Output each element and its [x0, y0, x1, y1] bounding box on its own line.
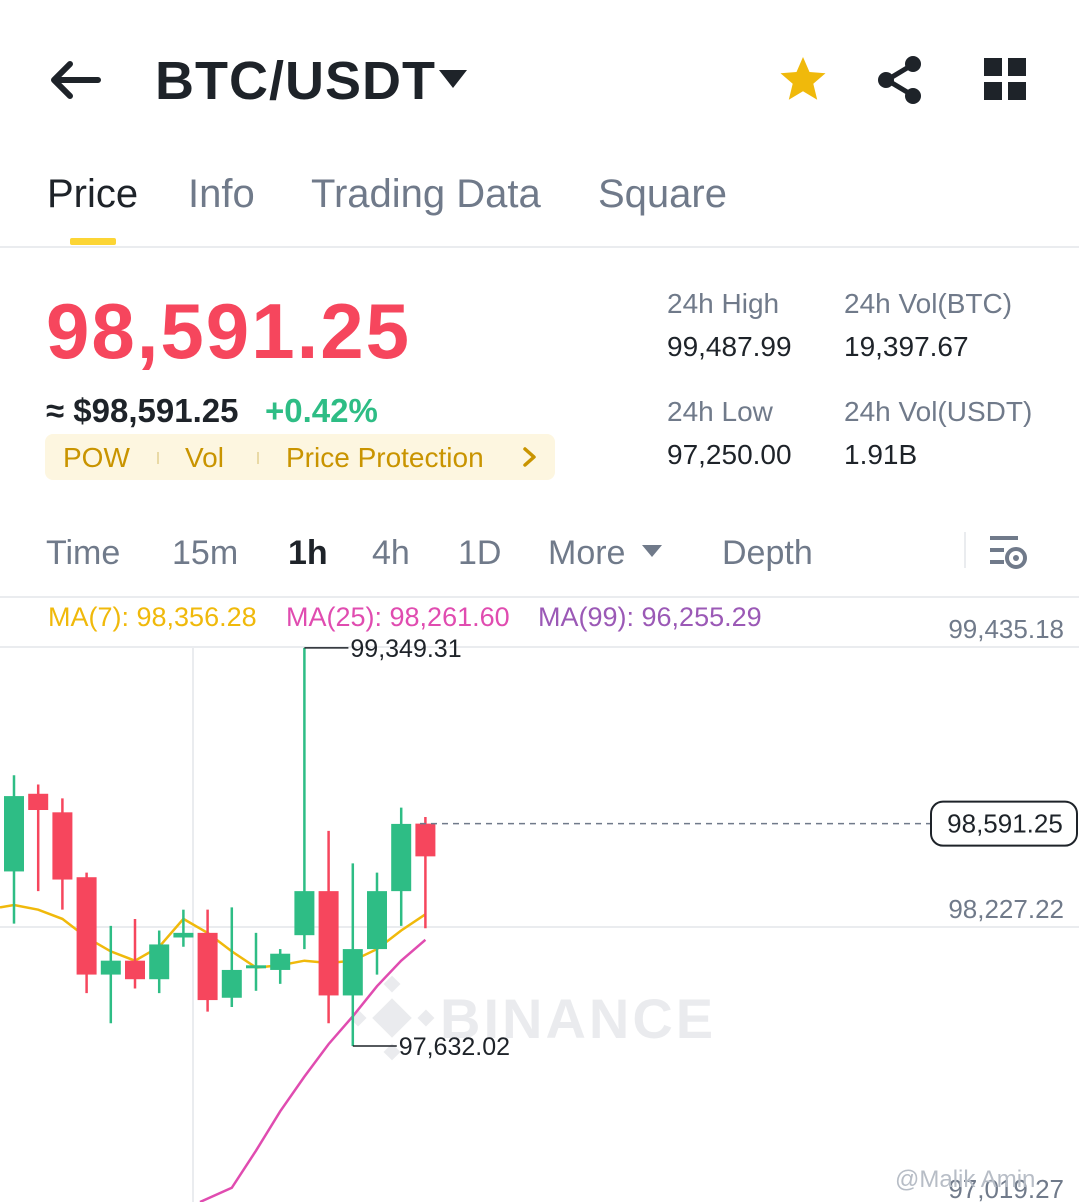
candle-body[interactable]: [318, 891, 339, 996]
grid-icon[interactable]: [982, 56, 1028, 102]
interval-15m[interactable]: 15m: [172, 534, 238, 573]
candle-body[interactable]: [76, 877, 97, 975]
candle-body[interactable]: [294, 891, 315, 936]
interval-4h[interactable]: 4h: [372, 534, 410, 573]
divider: [0, 246, 1079, 248]
tag-bar[interactable]: POW Vol Price Protection: [45, 434, 555, 480]
top-bar: BTC/USDT: [0, 0, 1079, 150]
interval-1h[interactable]: 1h: [288, 534, 328, 573]
tag-pow[interactable]: POW: [63, 442, 130, 474]
candle-body[interactable]: [221, 969, 242, 998]
tab-info[interactable]: Info: [188, 172, 255, 217]
candle-body[interactable]: [100, 960, 121, 975]
divider: [0, 596, 1079, 598]
candle-body[interactable]: [173, 932, 194, 938]
back-arrow-icon[interactable]: [48, 52, 104, 108]
active-tab-indicator: [70, 238, 116, 245]
tab-price[interactable]: Price: [47, 172, 138, 217]
chart-settings-icon[interactable]: [988, 532, 1028, 572]
candle-body[interactable]: [197, 932, 218, 1001]
candle-body[interactable]: [125, 960, 145, 980]
high-marker: 99,349.31: [350, 635, 461, 663]
candle-body[interactable]: [367, 891, 387, 950]
stat-low-value: 97,250.00: [667, 439, 792, 470]
tag-separator: [257, 452, 259, 464]
axis-label: 98,227.22: [948, 894, 1064, 924]
star-icon[interactable]: [777, 54, 829, 106]
interval-1d[interactable]: 1D: [458, 534, 501, 573]
candle-body[interactable]: [391, 823, 412, 892]
stat-high-value: 99,487.99: [667, 331, 792, 362]
ma7-value: MA(7): 98,356.28: [48, 602, 257, 632]
last-price: 98,591.25: [46, 287, 412, 375]
candle-body[interactable]: [342, 949, 363, 996]
candle-body[interactable]: [28, 793, 49, 811]
candlestick-chart[interactable]: BINANCE 98,591.25 99,435.18 98,227.22 97…: [0, 600, 1079, 1202]
ma99-value: MA(99): 96,255.29: [538, 602, 762, 632]
stat-vol-btc-value: 19,397.67: [844, 331, 969, 362]
interval-depth[interactable]: Depth: [722, 534, 813, 573]
stat-vol-usdt-label: 24h Vol(USDT): [844, 396, 1033, 427]
stat-vol-btc-label: 24h Vol(BTC): [844, 288, 1013, 319]
fiat-price: ≈ $98,591.25: [46, 392, 239, 429]
dropdown-caret-icon[interactable]: [436, 66, 470, 92]
candle-body[interactable]: [4, 796, 24, 872]
candle-body[interactable]: [246, 965, 266, 969]
tag-price-protection[interactable]: Price Protection: [286, 442, 484, 474]
chevron-right-icon[interactable]: [520, 444, 540, 470]
ma25-value: MA(25): 98,261.60: [286, 602, 510, 632]
stat-low-label: 24h Low: [667, 396, 773, 427]
stat-high-label: 24h High: [667, 288, 780, 319]
share-icon[interactable]: [874, 54, 926, 106]
divider: [964, 532, 966, 568]
price-change-percent: +0.42%: [265, 392, 378, 429]
candle-body[interactable]: [149, 944, 170, 980]
tag-vol[interactable]: Vol: [185, 442, 224, 474]
low-marker: 97,632.02: [399, 1033, 510, 1061]
trading-pair-title[interactable]: BTC/USDT: [155, 50, 436, 112]
axis-label: 99,435.18: [948, 614, 1064, 644]
tab-square[interactable]: Square: [598, 172, 727, 217]
current-price-label: 98,591.25: [947, 809, 1063, 839]
candle-body[interactable]: [270, 953, 291, 970]
candle-body[interactable]: [52, 812, 73, 880]
interval-more[interactable]: More: [548, 534, 625, 573]
stat-vol-usdt-value: 1.91B: [844, 439, 918, 470]
tag-separator: [157, 452, 159, 464]
dropdown-caret-icon[interactable]: [640, 542, 664, 560]
candle-body[interactable]: [415, 823, 436, 857]
tab-trading-data[interactable]: Trading Data: [311, 172, 541, 217]
interval-time[interactable]: Time: [46, 534, 120, 573]
user-watermark: @Malik Amin: [895, 1166, 1036, 1193]
